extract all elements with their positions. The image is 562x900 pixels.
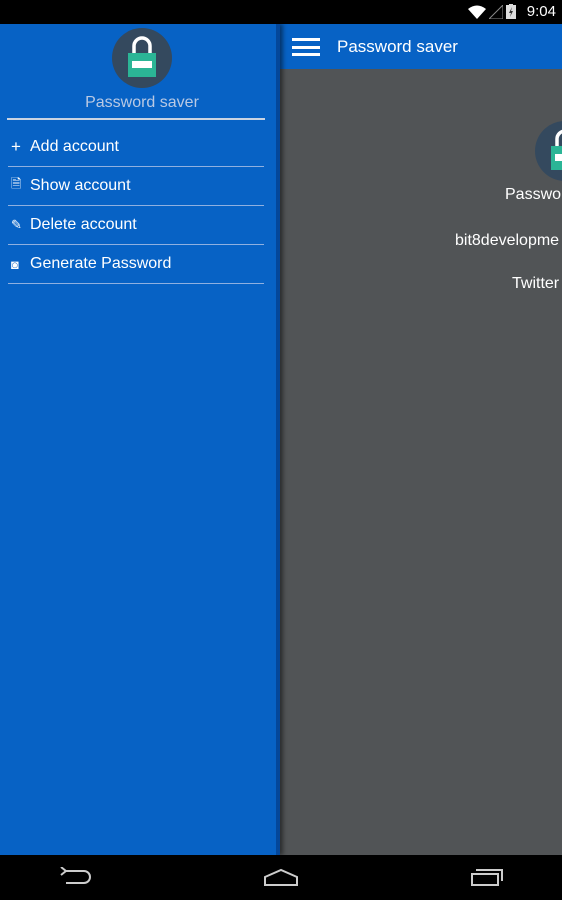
menu-item-delete-account[interactable]: ✎ Delete account: [8, 206, 264, 245]
hamburger-icon[interactable]: [292, 38, 320, 56]
status-bar: 9:04: [0, 0, 562, 24]
service-name: Twitter: [512, 275, 560, 292]
recents-icon[interactable]: [470, 867, 504, 887]
lock-icon: [128, 36, 156, 77]
divider: [7, 118, 265, 120]
menu-item-add-account[interactable]: + Add account: [8, 128, 264, 167]
drawer-app-name: Password saver: [85, 94, 199, 111]
main-heading: Passwo: [505, 186, 562, 203]
plus-icon: +: [11, 137, 21, 156]
battery-charging-icon: [506, 4, 516, 19]
menu-item-label: Generate Password: [30, 255, 172, 272]
signal-icon: [489, 4, 503, 19]
drawer-menu: + Add account 🗎 Show account ✎ Delete accou…: [8, 128, 264, 284]
navigation-drawer: Password saver + Add account 🗎 Show accoun…: [0, 24, 280, 855]
lock-circle-icon: ◙: [11, 256, 19, 272]
app-bar-title: Password saver: [337, 37, 458, 56]
menu-item-label: Show account: [30, 177, 131, 194]
home-icon[interactable]: [263, 867, 299, 887]
menu-item-show-account[interactable]: 🗎 Show account: [8, 167, 264, 206]
menu-item-generate-password[interactable]: ◙ Generate Password: [8, 245, 264, 284]
wifi-icon: [468, 5, 486, 19]
lock-icon: [551, 129, 562, 170]
main-content: Password saver Passwo bit8developme Twit…: [280, 24, 562, 855]
lock-logo: [535, 121, 562, 181]
clock: 9:04: [526, 3, 556, 20]
system-nav-bar: [0, 855, 562, 900]
pencil-icon: ✎: [11, 217, 22, 232]
app-logo: [112, 28, 172, 88]
app-bar: Password saver: [280, 24, 562, 69]
menu-item-label: Delete account: [30, 216, 137, 233]
back-icon[interactable]: [58, 867, 92, 887]
menu-item-label: Add account: [30, 138, 119, 155]
account-name: bit8developme: [455, 232, 560, 249]
document-icon: 🗎: [11, 176, 22, 191]
